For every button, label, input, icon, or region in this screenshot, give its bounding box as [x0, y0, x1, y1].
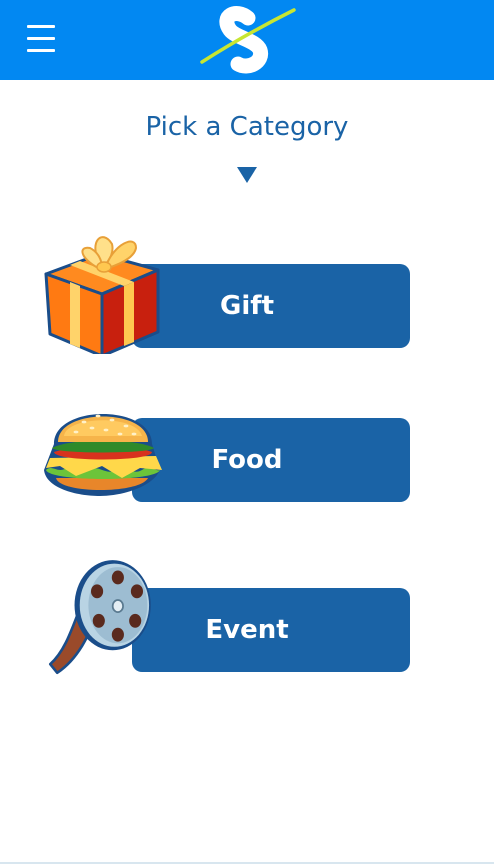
hamburger-menu-icon[interactable] [24, 22, 58, 56]
category-gift-button[interactable]: Gift [40, 224, 412, 354]
hamburger-food-icon [44, 414, 162, 496]
film-reel-icon [48, 560, 151, 675]
s-swoosh-logo-icon[interactable] [196, 4, 300, 74]
top-bar [0, 0, 494, 80]
category-event-button[interactable]: Event [40, 548, 412, 678]
app-screen: Pick a Category Gift Food Event [0, 0, 494, 864]
triangle-down-icon [237, 167, 257, 183]
gift-box-icon [44, 236, 160, 354]
category-food-button[interactable]: Food [40, 378, 412, 508]
page-title: Pick a Category [145, 112, 349, 142]
